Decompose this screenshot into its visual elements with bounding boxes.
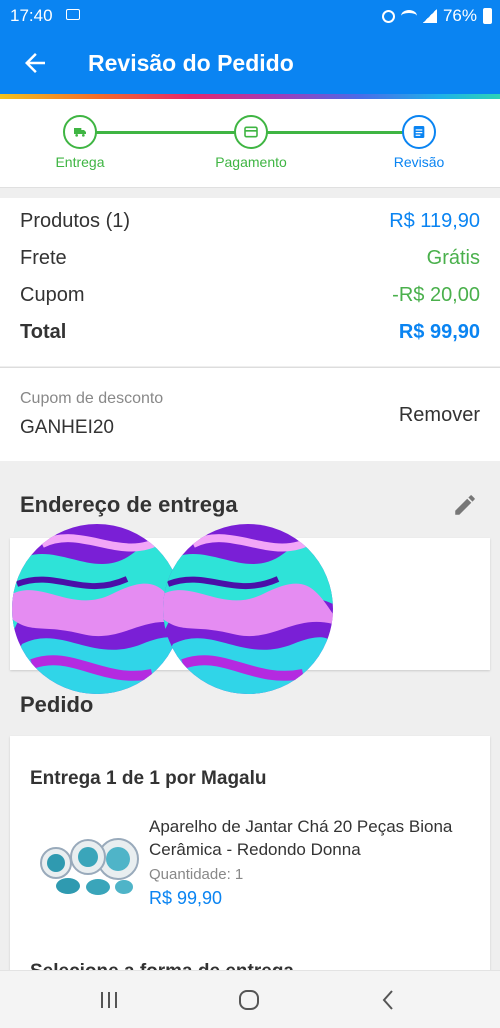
battery-percent: 76% (442, 6, 477, 25)
step-label: Entrega (55, 154, 105, 170)
system-nav-bar (0, 970, 500, 1028)
nav-recents-icon[interactable] (96, 987, 122, 1013)
message-icon (66, 9, 80, 20)
product-image (40, 838, 139, 895)
product-name: Aparelho de Jantar Chá 20 Peças Biona Ce… (149, 817, 453, 859)
total-label: Total (20, 321, 67, 343)
step-entrega[interactable]: Entrega (20, 115, 140, 170)
products-value: R$ 119,90 (389, 210, 480, 232)
remove-coupon-button[interactable]: Remover (399, 404, 480, 427)
wifi-icon (400, 10, 417, 22)
signal-icon (422, 9, 437, 23)
summary-row-shipping: Frete Grátis (20, 247, 480, 277)
order-card: Entrega 1 de 1 por Magalu Aparelho de Ja… (10, 736, 490, 976)
nav-home-icon[interactable] (236, 987, 262, 1013)
app-bar: Revisão do Pedido (0, 34, 500, 94)
redaction-circle (12, 524, 182, 694)
summary-row-total: Total R$ 99,90 (20, 321, 480, 351)
summary-row-products: Produtos (1) R$ 119,90 (20, 210, 480, 240)
coupon-code: GANHEI20 (20, 417, 114, 438)
shipping-value: Grátis (426, 247, 480, 269)
page-title: Revisão do Pedido (88, 50, 294, 76)
step-label: Pagamento (215, 154, 287, 170)
total-value: R$ 99,90 (398, 321, 480, 343)
status-indicators: 76% (381, 6, 492, 26)
coupon-field-label: Cupom de desconto (20, 390, 164, 407)
nav-back-icon[interactable] (376, 987, 402, 1013)
products-label: Produtos (1) (20, 210, 131, 232)
redaction-circle (163, 524, 333, 694)
card-icon (244, 126, 258, 138)
coupon-value: -R$ 20,00 (392, 284, 480, 306)
back-arrow-icon[interactable] (20, 48, 50, 78)
step-label: Revisão (393, 154, 445, 170)
product-price: R$ 99,90 (149, 888, 223, 908)
step-pagamento[interactable]: Pagamento (191, 115, 311, 170)
delivery-heading: Entrega 1 de 1 por Magalu (30, 768, 267, 789)
checkout-stepper: Entrega Pagamento Revisão (0, 99, 500, 188)
battery-icon (483, 8, 492, 24)
address-section-title: Endereço de entrega (20, 492, 238, 517)
shipping-label: Frete (20, 247, 67, 269)
list-icon (413, 126, 425, 138)
alarm-icon (381, 9, 395, 23)
order-summary: Produtos (1) R$ 119,90 Frete Grátis Cupo… (0, 198, 500, 366)
product-quantity: Quantidade: 1 (149, 866, 244, 883)
truck-icon (74, 128, 86, 137)
status-bar: 17:40 76% (0, 0, 500, 34)
summary-row-coupon: Cupom -R$ 20,00 (20, 284, 480, 314)
status-time: 17:40 (10, 6, 53, 25)
coupon-label: Cupom (20, 284, 85, 306)
discount-coupon: Cupom de desconto GANHEI20 Remover (0, 367, 500, 461)
edit-pencil-icon[interactable] (452, 492, 478, 518)
order-section-title: Pedido (20, 692, 94, 717)
step-revisao[interactable]: Revisão (359, 115, 479, 170)
